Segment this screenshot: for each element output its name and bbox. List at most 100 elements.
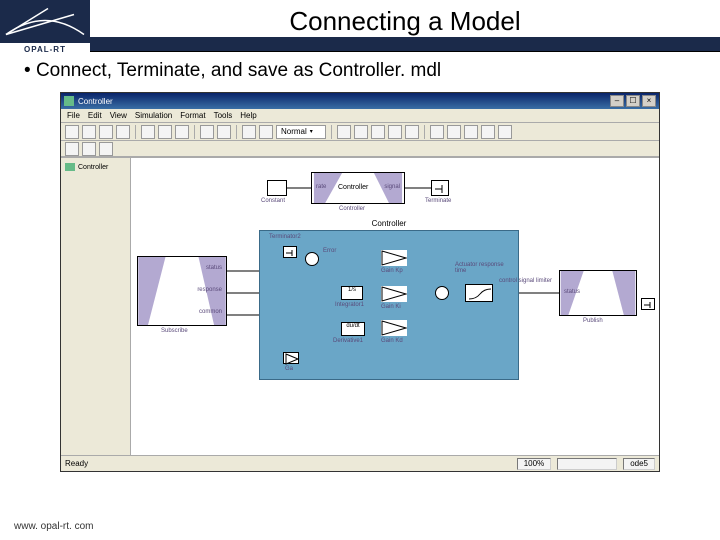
terminator-right-block[interactable] <box>641 298 655 310</box>
tool-c[interactable] <box>371 125 385 139</box>
play-button[interactable] <box>242 125 256 139</box>
nav-up-button[interactable] <box>99 142 113 156</box>
tool-i[interactable] <box>481 125 495 139</box>
title-area: Connecting a Model <box>90 0 720 51</box>
page-title: Connecting a Model <box>90 0 720 37</box>
tool-g[interactable] <box>447 125 461 139</box>
toolbar-row-2 <box>61 141 659 157</box>
close-button[interactable]: × <box>642 95 656 107</box>
constant-block[interactable] <box>267 180 287 196</box>
gain-ki-block[interactable] <box>381 286 407 302</box>
status-blank <box>557 458 617 470</box>
status-bar: Ready 100% ode5 <box>61 455 659 471</box>
menu-format[interactable]: Format <box>180 111 205 120</box>
bullet-text: Connect, Terminate, and save as Controll… <box>0 52 720 86</box>
menu-simulation[interactable]: Simulation <box>135 111 172 120</box>
tree-item-label: Controller <box>78 164 108 171</box>
gain-kp-label: Gain Kp <box>381 268 403 274</box>
actuator-label: Actuator response time <box>455 262 509 274</box>
ga-label: Ga <box>285 366 293 372</box>
maximize-button[interactable]: ☐ <box>626 95 640 107</box>
title-underline <box>90 37 720 51</box>
gain-kd-block[interactable] <box>381 320 407 336</box>
publish-subsystem[interactable]: status <box>559 270 637 316</box>
sub-port-2: common <box>199 309 222 315</box>
terminator2-block[interactable] <box>283 246 297 258</box>
menu-help[interactable]: Help <box>240 111 256 120</box>
gain-kp-block[interactable] <box>381 250 407 266</box>
sub-port-1: response <box>197 287 222 293</box>
footer-url: www. opal-rt. com <box>14 521 93 532</box>
menu-file[interactable]: File <box>67 111 80 120</box>
pub-port-0: status <box>564 289 580 295</box>
print-button[interactable] <box>116 125 130 139</box>
copy-button[interactable] <box>158 125 172 139</box>
controller-subsystem[interactable]: rate signal Controller <box>311 172 405 204</box>
derivative-label: Derivative1 <box>333 338 363 344</box>
ga-gain-block[interactable] <box>283 352 299 364</box>
sim-mode-dropdown[interactable]: Normal <box>276 125 326 139</box>
terminator-label: Terminate <box>425 198 451 204</box>
control-signal-label: control signal limiter <box>499 278 559 284</box>
model-canvas[interactable]: Constant rate signal Controller Controll… <box>131 158 659 455</box>
tool-d[interactable] <box>388 125 402 139</box>
tool-a[interactable] <box>337 125 351 139</box>
status-solver: ode5 <box>623 458 655 470</box>
menu-bar: File Edit View Simulation Format Tools H… <box>61 109 659 123</box>
controller-panel-title: Controller <box>372 219 407 228</box>
subscribe-subsystem[interactable]: status response common <box>137 256 227 326</box>
integrator-label: Integrator1 <box>335 302 364 308</box>
window-titlebar[interactable]: Controller – ☐ × <box>61 93 659 109</box>
tool-j[interactable] <box>498 125 512 139</box>
menu-view[interactable]: View <box>110 111 127 120</box>
cut-button[interactable] <box>141 125 155 139</box>
sum2-block[interactable] <box>435 286 449 300</box>
gain-ki-label: Gain Ki <box>381 304 401 310</box>
minimize-button[interactable]: – <box>610 95 624 107</box>
stop-button[interactable] <box>259 125 273 139</box>
logo-text: OPAL-RT <box>0 43 90 57</box>
sub-port-0: status <box>206 265 222 271</box>
slide-header: OPAL-RT Connecting a Model <box>0 0 720 52</box>
redo-button[interactable] <box>217 125 231 139</box>
derivative-block[interactable]: du/dt <box>341 322 365 336</box>
new-button[interactable] <box>65 125 79 139</box>
integrator-block[interactable]: 1/s <box>341 286 363 300</box>
constant-label: Constant <box>261 198 285 204</box>
status-ready: Ready <box>65 459 88 468</box>
menu-edit[interactable]: Edit <box>88 111 102 120</box>
terminator-block[interactable] <box>431 180 449 196</box>
workspace: Controller <box>61 157 659 455</box>
tool-b[interactable] <box>354 125 368 139</box>
tree-item-controller[interactable]: Controller <box>65 162 126 172</box>
nav-fwd-button[interactable] <box>82 142 96 156</box>
menu-tools[interactable]: Tools <box>214 111 233 120</box>
toolbar-row-1: Normal <box>61 123 659 141</box>
simulink-window: Controller – ☐ × File Edit View Simulati… <box>60 92 660 472</box>
status-zoom: 100% <box>517 458 551 470</box>
window-title: Controller <box>78 97 113 106</box>
terminator2-label: Terminator2 <box>269 234 301 240</box>
save-button[interactable] <box>99 125 113 139</box>
open-button[interactable] <box>82 125 96 139</box>
error-sum-block[interactable] <box>305 252 319 266</box>
subsys-out-port-label: signal <box>384 184 400 190</box>
error-label: Error <box>323 248 336 254</box>
tool-h[interactable] <box>464 125 478 139</box>
model-icon <box>65 163 75 171</box>
subscribe-label: Subscribe <box>161 328 188 334</box>
nav-back-button[interactable] <box>65 142 79 156</box>
tool-f[interactable] <box>430 125 444 139</box>
subsys-title: Controller <box>338 184 368 191</box>
actuator-block[interactable] <box>465 284 493 302</box>
subsys-in-port-label: rate <box>316 184 326 190</box>
undo-button[interactable] <box>200 125 214 139</box>
gain-kd-label: Gain Kd <box>381 338 403 344</box>
app-icon <box>64 96 74 106</box>
controller-subsys-label: Controller <box>339 206 365 212</box>
publish-label: Publish <box>583 318 603 324</box>
tool-e[interactable] <box>405 125 419 139</box>
paste-button[interactable] <box>175 125 189 139</box>
opal-rt-logo: OPAL-RT <box>0 0 90 52</box>
model-browser[interactable]: Controller <box>61 158 131 455</box>
